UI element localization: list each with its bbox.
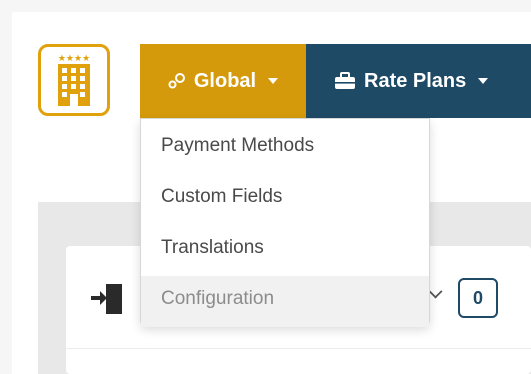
- settings-nodes-icon: [168, 73, 186, 89]
- nav-global-label: Global: [193, 69, 257, 92]
- menu-item-payment-methods[interactable]: Payment Methods: [141, 123, 429, 174]
- hotel-logo[interactable]: ★★★★: [38, 44, 110, 116]
- briefcase-icon: [334, 72, 356, 90]
- menu-item-custom-fields[interactable]: Custom Fields: [141, 174, 429, 225]
- nav-rate-plans[interactable]: Rate Plans: [306, 44, 531, 118]
- svg-text:★★★★: ★★★★: [58, 54, 90, 64]
- chevron-down-icon: [268, 78, 279, 84]
- menu-item-translations[interactable]: Translations: [141, 225, 429, 276]
- count-badge: 0: [458, 278, 498, 318]
- nav-global[interactable]: Global: [140, 44, 306, 118]
- hotel-building-icon: ★★★★: [58, 54, 90, 106]
- chevron-down-icon: [478, 78, 489, 84]
- divider: [66, 348, 531, 349]
- global-dropdown-menu: Payment Methods Custom Fields Translatio…: [140, 118, 430, 327]
- menu-item-configuration[interactable]: Configuration: [141, 276, 429, 327]
- login-door-icon: [90, 282, 126, 321]
- nav-rate-plans-label: Rate Plans: [364, 69, 467, 92]
